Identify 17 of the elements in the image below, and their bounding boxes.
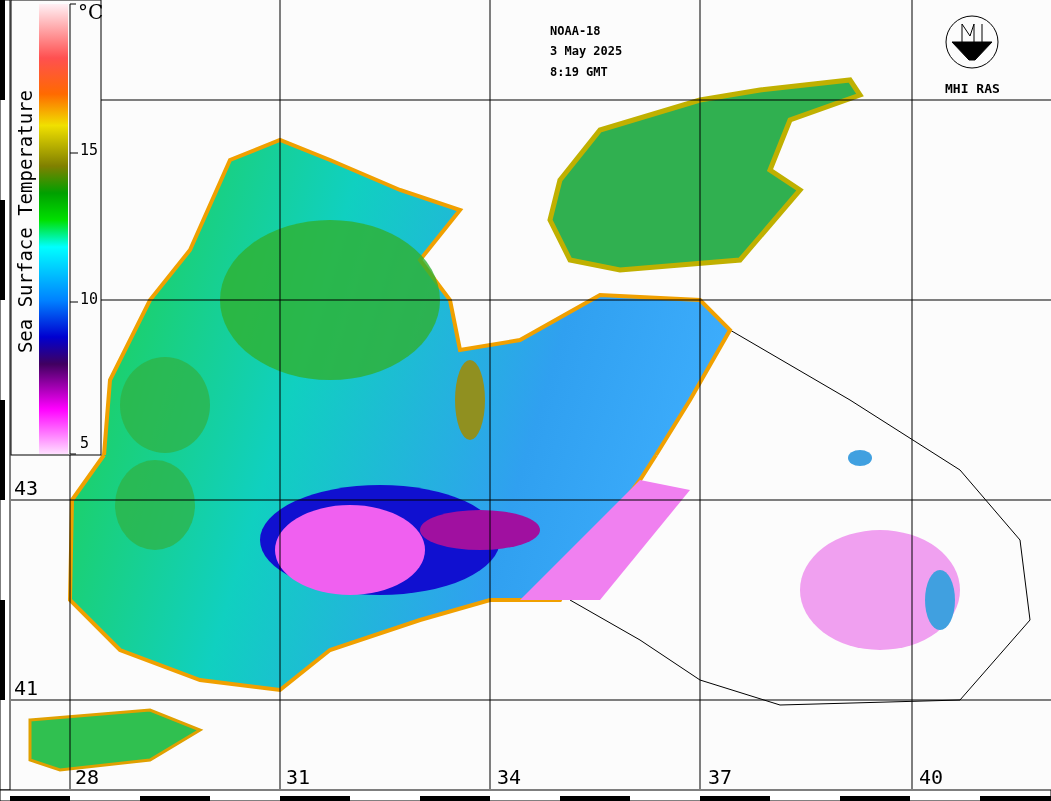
longitude-label: 40: [919, 767, 944, 787]
scale-tick-label: 10: [80, 292, 99, 307]
legend-title: Sea Surface Temperature: [16, 90, 35, 354]
image-time: 8:19 GMT: [550, 64, 608, 81]
scale-tick-label: 5: [80, 436, 90, 451]
latitude-label: 41: [14, 678, 39, 698]
unit-label: °C: [78, 2, 104, 22]
satellite-name: NOAA-18: [550, 23, 601, 40]
latitude-label: 43: [14, 478, 39, 498]
longitude-label: 37: [708, 767, 733, 787]
logo-icon: [945, 15, 999, 69]
image-date: 3 May 2025: [550, 43, 623, 60]
logo-text: MHI RAS: [945, 80, 1000, 98]
longitude-label: 31: [286, 767, 311, 787]
scale-tick-label: 15: [80, 143, 99, 158]
longitude-label: 34: [497, 767, 522, 787]
longitude-label: 28: [75, 767, 100, 787]
